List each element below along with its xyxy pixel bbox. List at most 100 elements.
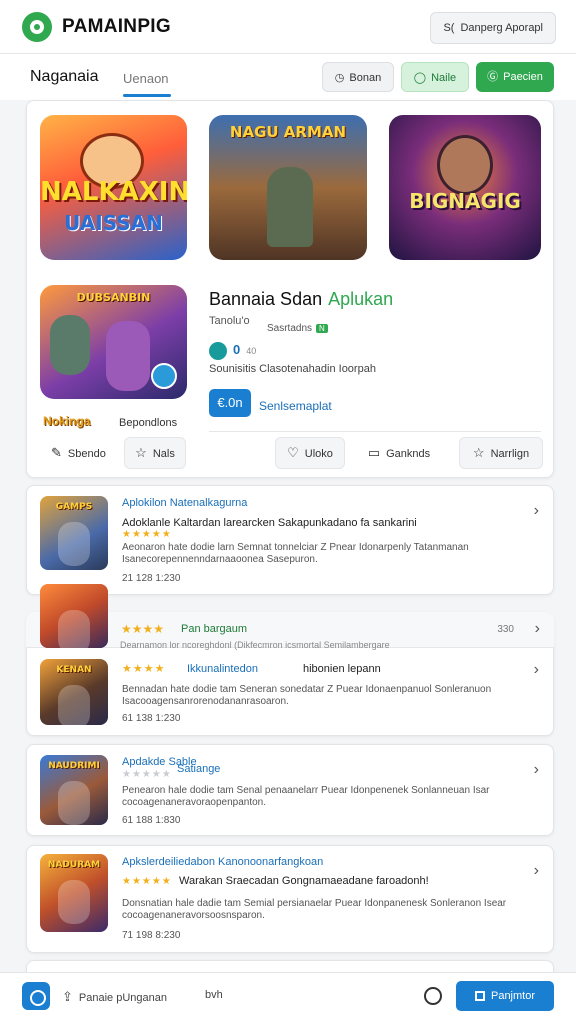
price-note-link[interactable]: Senlsemaplat bbox=[259, 399, 332, 413]
list-thumb-label: NAUDRIMI bbox=[48, 761, 100, 771]
character-art-icon bbox=[58, 522, 90, 566]
item-description: Penearon hale dodie tam Senal penaanelar… bbox=[122, 785, 490, 808]
game-thumbnail-3[interactable]: BIGNAGIG bbox=[389, 115, 541, 260]
meta-line-2-text: Sasrtadns bbox=[267, 323, 313, 334]
list-item[interactable]: NAUDRIMI Apdakde Sable ★★★★★ Satiange Pe… bbox=[26, 744, 554, 836]
score-value: 0 bbox=[233, 342, 241, 357]
character-art-icon bbox=[106, 321, 150, 391]
rating-stars: ★★★★★ bbox=[122, 769, 172, 780]
primary-cta-button[interactable]: Panjmtor bbox=[456, 981, 554, 1011]
character-art-icon bbox=[50, 315, 90, 375]
score-small: 40 bbox=[246, 346, 257, 356]
pill-button-3[interactable]: Ⓖ Paecien bbox=[476, 62, 554, 92]
list-thumb-label: GAMPS bbox=[55, 502, 93, 512]
action-1-label: Sbendo bbox=[67, 448, 106, 460]
top-action-prefix: S( bbox=[443, 22, 455, 34]
app-logo-icon[interactable] bbox=[22, 12, 52, 42]
cta-label: Panjmtor bbox=[490, 990, 536, 1002]
chevron-right-icon: › bbox=[534, 620, 540, 637]
pill-3-label: Paecien bbox=[503, 71, 543, 83]
tab-main[interactable]: Naganaia bbox=[30, 68, 99, 86]
chevron-right-icon: › bbox=[533, 661, 539, 678]
action-button-4[interactable]: ▭ Ganknds bbox=[357, 437, 441, 469]
meta-tag: N bbox=[316, 324, 328, 333]
action-5-label: Narrlign bbox=[490, 448, 530, 460]
item-subtitle: Adoklanle Kaltardan larearcken Sakapunka… bbox=[122, 517, 417, 529]
chat-icon[interactable] bbox=[424, 987, 442, 1005]
app-title: PAMAINPIG bbox=[62, 16, 171, 37]
item-description: Donsnatian hale dadie tam Semial persian… bbox=[122, 898, 507, 921]
mini-game-logo: Nokinga bbox=[43, 414, 91, 428]
divider bbox=[209, 431, 541, 432]
game-title-accent: Aplukan bbox=[328, 289, 394, 309]
score: 0 40 bbox=[209, 341, 257, 360]
home-icon[interactable] bbox=[22, 982, 50, 1010]
list-thumbnail bbox=[40, 584, 108, 648]
action-button-3[interactable]: ♡ Uloko bbox=[275, 437, 345, 469]
list-item[interactable]: NADURAM Apkslerdeiliedabon Kanonoonarfan… bbox=[26, 845, 554, 953]
action-button-1[interactable]: ✎ Sbendo bbox=[40, 437, 120, 469]
list-item[interactable]: GAMPS Aplokilon Natenalkagurna Adoklanle… bbox=[26, 485, 554, 595]
game-thumbnail-4[interactable]: DUBSANBIN bbox=[40, 285, 187, 399]
item-title: Aplokilon Natenalkagurna bbox=[122, 497, 248, 509]
chevron-right-icon: › bbox=[533, 761, 539, 778]
game-title-text: Bannaia Sdan bbox=[209, 289, 323, 309]
feature-card: NALKAXIN UAISSAN NAGU ARMAN BIGNAGIG DUB… bbox=[26, 100, 554, 478]
rating-stars: ★★★★★ bbox=[122, 529, 172, 540]
strip-count: 330 bbox=[497, 624, 514, 635]
tab-secondary[interactable]: Uenaon bbox=[123, 71, 169, 86]
game-thumbnail-2[interactable]: NAGU ARMAN bbox=[209, 115, 367, 260]
pill-button-2[interactable]: ◯ Naile bbox=[401, 62, 469, 92]
score-icon bbox=[209, 341, 227, 360]
item-title: Apkslerdeiliedabon Kanonoonarfangkoan bbox=[122, 856, 324, 868]
edit-icon: ✎ bbox=[51, 445, 62, 460]
star-icon: ☆ bbox=[135, 445, 147, 460]
thumb-2-caption: NAGU ARMAN bbox=[229, 123, 347, 141]
list-thumbnail: KENAN bbox=[40, 659, 108, 725]
chevron-right-icon: › bbox=[533, 862, 539, 879]
star-outline-icon: ☆ bbox=[472, 445, 485, 460]
item-subtitle: Warakan Sraecadan Gongnamaeadane faroado… bbox=[179, 875, 429, 887]
action-2-label: Nals bbox=[152, 448, 175, 460]
item-date: 61 138 1:230 bbox=[122, 713, 181, 724]
bookmark-icon: ▭ bbox=[367, 445, 381, 460]
share-button[interactable]: ⇪ Panaie pUnganan bbox=[62, 989, 167, 1005]
action-3-label: Uloko bbox=[304, 448, 333, 460]
soldier-art-icon bbox=[267, 167, 313, 247]
action-button-5[interactable]: ☆ Narrlign bbox=[459, 437, 543, 469]
share-icon: ⇪ bbox=[62, 989, 73, 1004]
floating-thumbnail[interactable] bbox=[40, 584, 108, 648]
extra-link[interactable]: bvh bbox=[205, 989, 223, 1001]
character-art-icon bbox=[58, 880, 90, 924]
thumb-1-caption: NALKAXIN bbox=[40, 177, 187, 207]
top-action-button[interactable]: S(Danperg Aporapl bbox=[430, 12, 556, 44]
game-thumbnail-1[interactable]: NALKAXIN UAISSAN bbox=[40, 115, 187, 260]
pill-2-label: Naile bbox=[431, 72, 457, 84]
top-bar: PAMAINPIG S(Danperg Aporapl bbox=[0, 0, 576, 54]
list-thumbnail: NADURAM bbox=[40, 854, 108, 932]
sub-nav: Naganaia Uenaon ◷ Bonan ◯ Naile Ⓖ Paecien bbox=[0, 54, 576, 100]
box-icon bbox=[474, 991, 485, 1002]
strip-title: Pan bargaum bbox=[181, 623, 248, 635]
pill-button-1[interactable]: ◷ Bonan bbox=[322, 62, 394, 92]
price-button[interactable]: €.0n bbox=[209, 389, 251, 417]
pill-1-label: Bonan bbox=[349, 72, 382, 84]
strip-stars: ★★★★ bbox=[121, 622, 165, 636]
list-thumbnail: GAMPS bbox=[40, 496, 108, 570]
action-button-2[interactable]: ☆ Nals bbox=[124, 437, 186, 469]
thumb-1-subcaption: UAISSAN bbox=[64, 211, 163, 235]
thumb-4-caption: DUBSANBIN bbox=[76, 291, 151, 304]
item-subtitle: Satiange bbox=[177, 763, 221, 775]
character-art-icon bbox=[58, 685, 90, 725]
rating-stars: ★★★★ bbox=[122, 663, 166, 675]
item-subtitle: hibonien lepann bbox=[303, 663, 381, 675]
hero-art-icon bbox=[437, 135, 493, 195]
item-description: Bennadan hate dodie tam Seneran sonedata… bbox=[122, 684, 492, 707]
character-art-icon bbox=[58, 610, 90, 648]
thumb-3-caption: BIGNAGIG bbox=[409, 189, 521, 213]
heart-icon: ♡ bbox=[287, 445, 299, 460]
chat-icon: ◯ bbox=[413, 72, 427, 84]
list-thumb-label: NADURAM bbox=[47, 860, 101, 870]
meta-line-1: Tanolu'o bbox=[209, 315, 250, 327]
clock-icon: ◷ bbox=[334, 72, 345, 84]
